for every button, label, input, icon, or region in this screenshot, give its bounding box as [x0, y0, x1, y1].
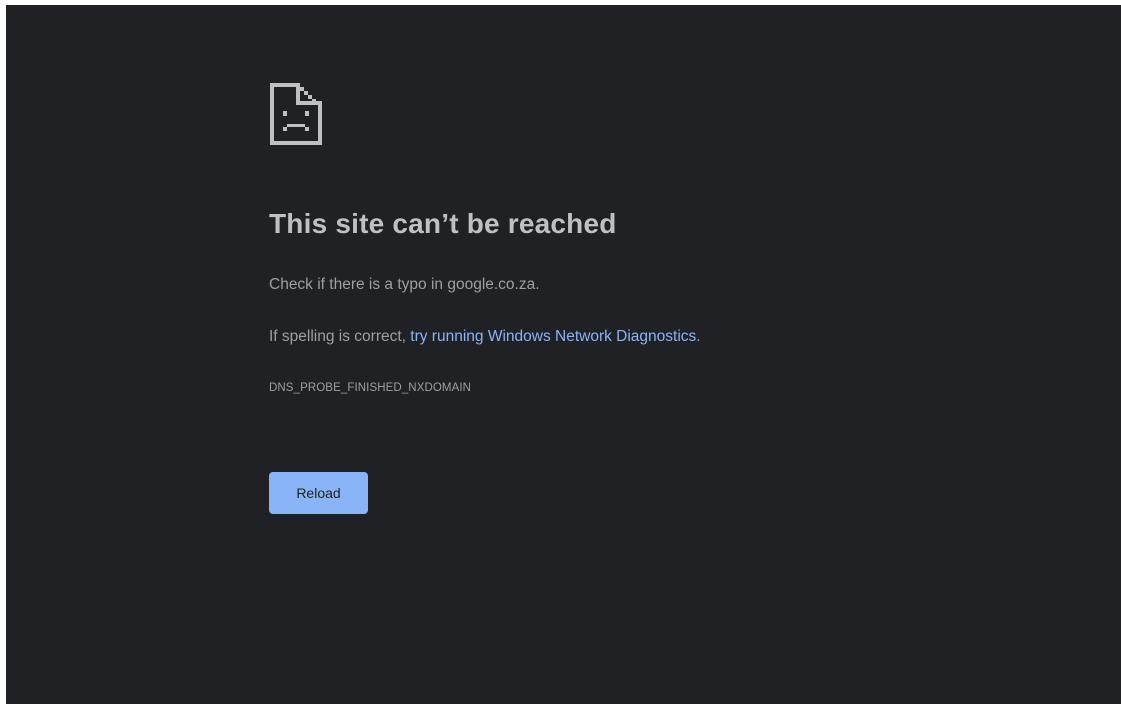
- typo-hint-text: Check if there is a typo in google.co.za…: [269, 276, 540, 293]
- error-page: This site can’t be reached Check if ther…: [6, 5, 1121, 704]
- network-diagnostics-link[interactable]: try running Windows Network Diagnostics: [410, 328, 696, 345]
- sad-document-icon: [270, 83, 322, 145]
- diagnostics-prefix-text: If spelling is correct,: [269, 328, 411, 345]
- error-code: DNS_PROBE_FINISHED_NXDOMAIN: [269, 382, 472, 394]
- reload-button[interactable]: Reload: [269, 472, 368, 514]
- diagnostics-suggestion: If spelling is correct, try running Wind…: [269, 328, 701, 346]
- diagnostics-suffix-text: .: [696, 328, 701, 345]
- error-title: This site can’t be reached: [269, 208, 617, 239]
